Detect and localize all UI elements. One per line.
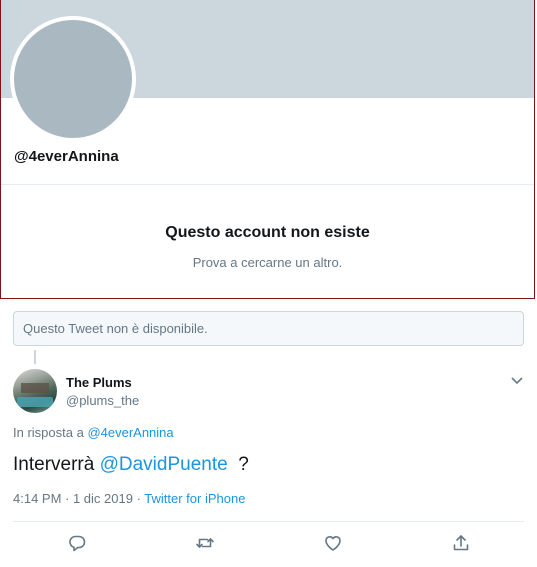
reply-prefix: In risposta a: [13, 425, 88, 440]
share-icon: [451, 533, 471, 553]
author-avatar[interactable]: [13, 369, 57, 413]
tweet-unavailable-notice: Questo Tweet non è disponibile.: [13, 311, 524, 346]
tweet-timestamp[interactable]: 4:14 PM · 1 dic 2019 ·: [13, 491, 144, 506]
retweet-button[interactable]: [195, 533, 215, 553]
tweet-source-link[interactable]: Twitter for iPhone: [144, 491, 245, 506]
reply-mention-link[interactable]: @4everAnnina: [87, 425, 173, 440]
account-not-found-title: Questo account non esiste: [165, 224, 370, 241]
tweet-mention-link[interactable]: @DavidPuente: [100, 454, 228, 475]
tweet-metadata: 4:14 PM · 1 dic 2019 · Twitter for iPhon…: [13, 491, 245, 506]
retweet-icon: [195, 533, 215, 553]
tweet-text: Interverrà @DavidPuente ?: [13, 454, 249, 476]
reply-icon: [67, 533, 87, 553]
reply-button[interactable]: [67, 533, 87, 553]
like-icon: [323, 533, 343, 553]
reply-context: In risposta a @4everAnnina: [13, 425, 174, 440]
divider: [1, 184, 534, 185]
profile-card: @4everAnnina Questo account non esiste P…: [0, 0, 535, 299]
profile-handle: @4everAnnina: [14, 148, 119, 165]
share-button[interactable]: [451, 533, 471, 553]
author-handle[interactable]: @plums_the: [66, 393, 139, 408]
tweet-text-after: ?: [227, 454, 249, 475]
chevron-down-icon[interactable]: [510, 374, 524, 386]
thread-connector-line: [34, 350, 36, 364]
divider: [13, 521, 524, 522]
tweet-text-before: Interverrà: [13, 454, 100, 475]
account-not-found-subtitle: Prova a cercarne un altro.: [192, 255, 343, 270]
profile-avatar: [10, 16, 136, 142]
like-button[interactable]: [323, 533, 343, 553]
author-name[interactable]: The Plums: [66, 375, 132, 390]
